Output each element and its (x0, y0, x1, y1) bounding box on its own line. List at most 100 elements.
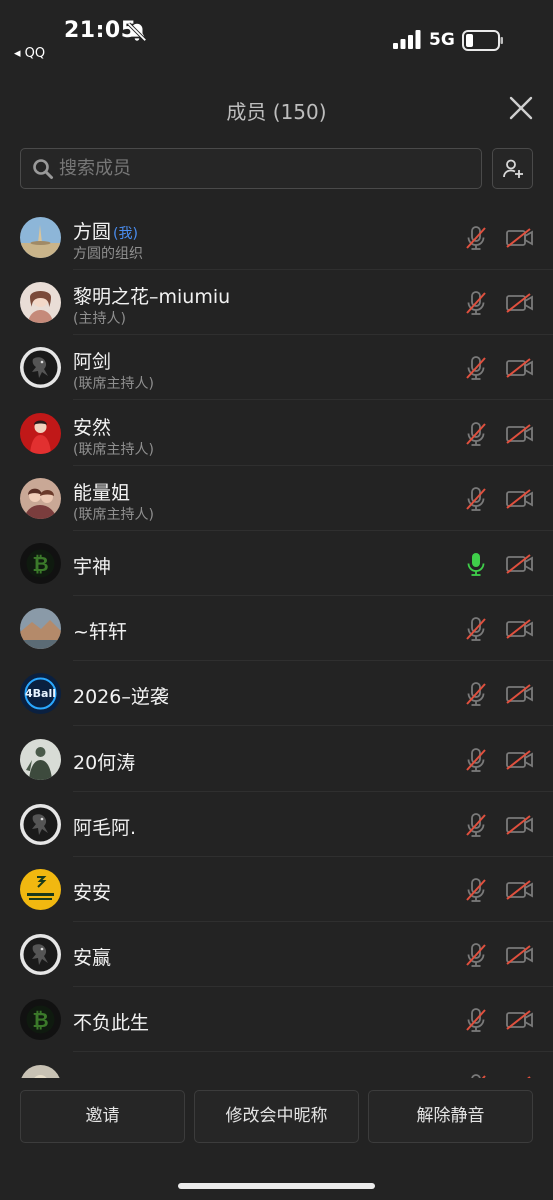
member-role: (联席主持人) (73, 441, 154, 458)
member-name: 宇神 (73, 552, 111, 579)
avatar (20, 608, 61, 650)
bottom-action-bar: 邀请 修改会中昵称 解除静音 (0, 1078, 553, 1200)
camera-off-icon[interactable] (506, 423, 534, 444)
unmute-button[interactable]: 解除静音 (368, 1090, 533, 1143)
member-name-text: 安然 (73, 416, 112, 439)
mic-muted-icon[interactable] (464, 355, 488, 381)
mic-muted-icon[interactable] (464, 1007, 488, 1033)
member-name: 安安 (73, 878, 111, 905)
avatar (20, 934, 61, 976)
avatar (20, 282, 61, 324)
camera-off-icon[interactable] (506, 554, 534, 574)
avatar (20, 477, 61, 519)
member-name: 黎明之花–miumiu (73, 282, 230, 309)
svg-text:4Ball: 4Ball (25, 687, 56, 700)
member-name-text: 安安 (73, 882, 112, 904)
member-name-text: 方圆 (73, 221, 112, 243)
member-name-text: 2026–逆袭 (73, 686, 169, 709)
camera-off-icon[interactable] (506, 880, 534, 900)
member-name: 安然 (73, 413, 111, 440)
mic-muted-icon[interactable] (464, 812, 488, 838)
member-row[interactable]: 20何涛 (0, 727, 553, 792)
member-row[interactable]: 安然 (联席主持人) (0, 401, 553, 466)
member-name: 阿毛阿. (73, 813, 136, 840)
member-name-text: 宇神 (73, 556, 112, 578)
member-row[interactable]: ~轩轩 (0, 596, 553, 662)
mic-muted-icon[interactable] (464, 747, 488, 773)
member-name: 能量姐 (73, 478, 130, 505)
avatar (20, 869, 61, 910)
member-name: 安赢 (73, 943, 111, 970)
member-row[interactable]: 阿剑 (联席主持人) (0, 335, 553, 401)
member-list[interactable]: 方圆 (我) 方圆的组织黎明之花–miumiu (主持人) 阿剑 (联席主持人) 安然 (联席… (0, 205, 553, 1078)
svg-text:₿: ₿ (32, 552, 48, 576)
member-name-text: 黎明之花–miumiu (73, 286, 231, 309)
avatar: ₿ (20, 999, 61, 1041)
close-icon[interactable] (506, 93, 536, 123)
camera-off-icon[interactable] (506, 619, 534, 639)
avatar (20, 738, 61, 780)
member-name: 不负此生 (73, 1008, 149, 1035)
camera-off-icon[interactable] (506, 749, 534, 770)
camera-off-icon[interactable] (506, 228, 534, 248)
signal-icon (393, 30, 421, 49)
avatar: ₿ (20, 543, 61, 584)
back-to-app-link[interactable]: ◂ QQ (14, 46, 45, 61)
avatar (20, 1064, 61, 1078)
add-member-icon (503, 159, 523, 178)
member-row[interactable]: 阿毛阿. (0, 792, 553, 857)
camera-off-icon[interactable] (506, 945, 534, 965)
camera-off-icon[interactable] (506, 489, 534, 509)
member-role: (联席主持人) (73, 376, 154, 393)
member-row[interactable] (0, 1053, 553, 1078)
bell-off-icon (127, 22, 147, 42)
camera-off-icon[interactable] (506, 293, 534, 313)
mic-muted-icon[interactable] (464, 877, 488, 903)
mic-muted-icon[interactable] (464, 942, 488, 968)
camera-off-icon[interactable] (506, 815, 534, 835)
member-name-text: 能量姐 (73, 481, 131, 504)
member-name-text: 阿毛阿. (73, 816, 137, 839)
battery-low-icon (462, 30, 503, 51)
member-row[interactable]: 4Ball 2026–逆袭 (0, 661, 553, 727)
member-row[interactable]: 安赢 (0, 922, 553, 988)
member-row[interactable]: ₿ 不负此生 (0, 987, 553, 1053)
mic-muted-icon[interactable] (464, 486, 488, 512)
member-name: 方圆 (我) (73, 217, 138, 244)
member-row[interactable]: 能量姐 (联席主持人) (0, 466, 553, 531)
member-row[interactable]: 安安 (0, 857, 553, 922)
member-role: 方圆的组织 (73, 246, 143, 262)
search-input[interactable] (59, 149, 469, 188)
search-box[interactable] (20, 148, 482, 189)
mic-muted-icon[interactable] (464, 225, 488, 251)
avatar (20, 347, 61, 389)
avatar (20, 803, 61, 845)
member-name-text: 安赢 (73, 947, 112, 970)
add-member-button[interactable] (492, 148, 533, 189)
member-name: 20何涛 (73, 748, 135, 775)
camera-off-icon[interactable] (506, 684, 534, 705)
mic-muted-icon[interactable] (464, 616, 488, 642)
me-tag: (我) (113, 226, 138, 242)
member-name-text: ~轩轩 (73, 621, 127, 644)
member-row[interactable]: ₿ 宇神 (0, 531, 553, 596)
mic-muted-icon[interactable] (464, 290, 488, 316)
mic-on-icon[interactable] (464, 551, 488, 577)
mic-muted-icon[interactable] (464, 681, 488, 707)
status-bar: 21:05 ◂ QQ 5G (0, 0, 553, 72)
member-role: (联席主持人) (73, 506, 154, 523)
camera-off-icon[interactable] (506, 358, 534, 379)
avatar (20, 217, 61, 258)
invite-button[interactable]: 邀请 (20, 1090, 185, 1143)
svg-text:₿: ₿ (32, 1008, 48, 1032)
member-row[interactable]: 黎明之花–miumiu (主持人) (0, 270, 553, 336)
member-name: 2026–逆袭 (73, 682, 169, 709)
change-nickname-button[interactable]: 修改会中昵称 (194, 1090, 359, 1143)
member-name-text: 不负此生 (73, 1012, 150, 1035)
member-row[interactable]: 方圆 (我) 方圆的组织 (0, 205, 553, 270)
member-name: ~轩轩 (73, 617, 127, 644)
mic-muted-icon[interactable] (464, 421, 488, 447)
member-name-text: 阿剑 (73, 351, 112, 374)
camera-off-icon[interactable] (506, 1010, 534, 1031)
search-icon (33, 159, 53, 179)
